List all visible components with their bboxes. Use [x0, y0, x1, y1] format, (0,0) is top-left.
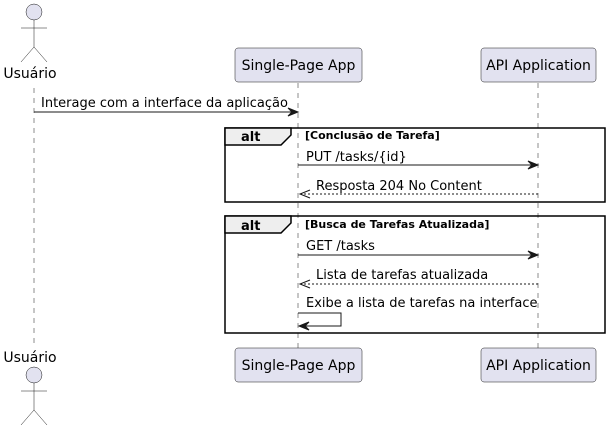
alt-fragment-1-guard: [Conclusão de Tarefa] [305, 129, 440, 142]
actor-user-label-top: Usuário [3, 66, 56, 82]
message-label-get: GET /tasks [306, 239, 375, 254]
actor-user-bottom [20, 366, 48, 426]
message-label-interact: Interage com a interface da aplicação [41, 96, 288, 111]
alt-fragment-2-keyword: alt [241, 219, 260, 234]
message-label-list: Lista de tarefas atualizada [316, 268, 488, 283]
message-label-display: Exibe a lista de tarefas na interface [306, 296, 537, 311]
message-label-204: Resposta 204 No Content [316, 179, 482, 194]
participant-spa-label-top: Single-Page App [242, 58, 356, 74]
participant-spa-label-bottom: Single-Page App [242, 358, 356, 374]
message-label-put: PUT /tasks/{id} [306, 150, 407, 165]
alt-fragment-1-keyword: alt [241, 130, 260, 145]
participant-api-label-top: API Application [486, 58, 591, 74]
actor-user-top [20, 3, 48, 63]
sequence-diagram: Usuário Single-Page App API Application … [3, 3, 606, 426]
actor-user-label-bottom: Usuário [3, 350, 56, 366]
participant-api-label-bottom: API Application [486, 358, 591, 374]
alt-fragment-2-guard: [Busca de Tarefas Atualizada] [305, 218, 489, 231]
